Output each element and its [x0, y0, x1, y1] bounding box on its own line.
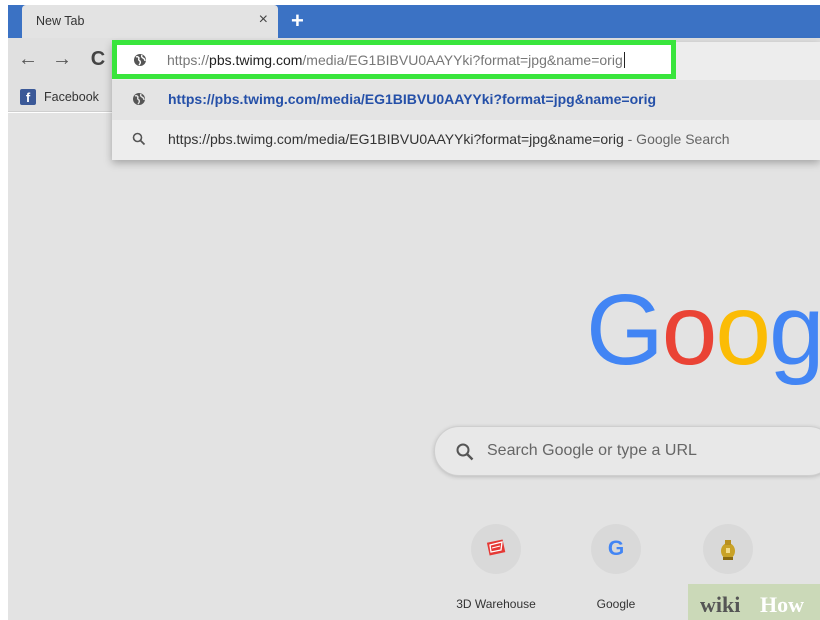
suggestion-url[interactable]: https://pbs.twimg.com/media/EG1BIBVU0AAY… — [112, 80, 820, 120]
watermark-how: How — [760, 592, 804, 617]
logo-letter: o — [661, 274, 718, 386]
shortcut-google[interactable]: G Google — [561, 524, 671, 620]
logo-letter: G — [586, 274, 664, 386]
globe-icon — [133, 93, 145, 105]
tab-title: New Tab — [36, 14, 85, 28]
globe-icon — [134, 54, 146, 66]
address-bar[interactable]: https://pbs.twimg.com/media/EG1BIBVU0AAY… — [112, 40, 676, 79]
shortcut-label: Google — [596, 597, 636, 611]
3d-warehouse-icon — [486, 539, 506, 556]
shortcut-label: 3D Warehouse — [456, 597, 536, 611]
back-arrow-icon[interactable]: ← — [16, 46, 40, 72]
logo-letter: g — [769, 274, 820, 386]
logo-letter: o — [715, 274, 771, 386]
url-host: pbs.twimg.com — [209, 52, 303, 68]
shortcut-tile — [471, 524, 521, 574]
bookmark-label: Facebook — [44, 90, 99, 104]
url-path: /media/EG1BIBVU0AAYYki?format=jpg&name=o… — [302, 52, 623, 68]
facebook-icon: f — [20, 89, 36, 105]
tab-new-tab[interactable]: New Tab × — [22, 5, 278, 38]
suggestion-search-query: https://pbs.twimg.com/media/EG1BIBVU0AAY… — [168, 131, 624, 147]
shortcut-tile — [703, 524, 753, 574]
text-caret — [623, 52, 625, 68]
search-input[interactable]: Search Google or type a URL — [434, 426, 820, 476]
suggestion-search-suffix: - Google Search — [623, 131, 730, 147]
url-scheme: https:// — [167, 52, 210, 68]
wikihow-watermark: wiki How — [688, 584, 820, 620]
bookmark-facebook[interactable]: f Facebook — [20, 86, 99, 108]
new-tab-button[interactable]: + — [291, 8, 304, 34]
suggestion-search-text: https://pbs.twimg.com/media/EG1BIBVU0AAY… — [168, 131, 730, 147]
forward-arrow-icon[interactable]: → — [50, 46, 74, 72]
shortcut-tile: G — [591, 524, 641, 574]
tab-strip: New Tab × + — [8, 5, 820, 38]
search-placeholder: Search Google or type a URL — [487, 442, 697, 459]
search-icon — [132, 132, 146, 146]
google-icon: G — [607, 537, 625, 560]
shortcut-3d-warehouse[interactable]: 3D Warehouse — [441, 524, 551, 620]
close-tab-icon[interactable]: × — [259, 10, 268, 30]
suggestion-url-text: https://pbs.twimg.com/media/EG1BIBVU0AAY… — [168, 91, 657, 107]
suggestion-search[interactable]: https://pbs.twimg.com/media/EG1BIBVU0AAY… — [112, 120, 820, 160]
watermark-wiki: wiki — [700, 592, 741, 617]
reload-icon[interactable]: C — [86, 46, 110, 72]
address-bar-url: https://pbs.twimg.com/media/EG1BIBVU0AAY… — [167, 52, 625, 68]
search-icon — [456, 443, 474, 461]
google-logo: Goog — [586, 280, 820, 380]
bank-icon — [721, 540, 735, 560]
